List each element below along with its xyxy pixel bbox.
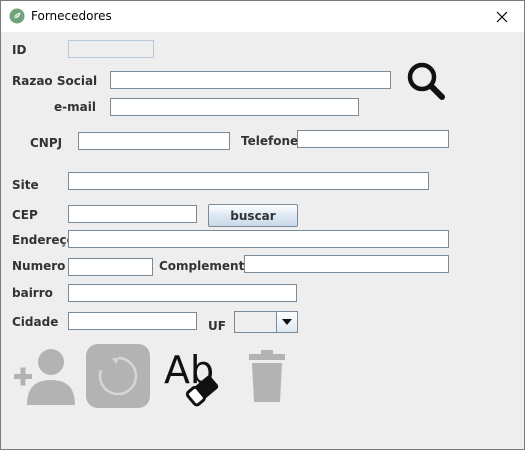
trash-icon — [249, 350, 285, 402]
telefone-field[interactable] — [297, 130, 449, 148]
add-user-button[interactable] — [11, 345, 77, 407]
complemento-label: Complemento — [159, 259, 253, 273]
bairro-field[interactable] — [68, 284, 297, 302]
uf-label: UF — [208, 319, 226, 333]
telefone-label: Telefone — [241, 134, 299, 148]
refresh-button[interactable] — [86, 344, 150, 408]
refresh-icon — [86, 344, 150, 408]
cep-label: CEP — [12, 208, 38, 222]
cidade-label: Cidade — [12, 315, 59, 329]
cnpj-field[interactable] — [78, 132, 230, 150]
add-user-icon — [14, 349, 75, 405]
endereco-field[interactable] — [68, 230, 449, 248]
numero-field[interactable] — [68, 258, 153, 276]
site-field[interactable] — [68, 172, 429, 190]
id-label: ID — [12, 43, 27, 57]
uf-dropdown-arrow[interactable] — [276, 312, 297, 332]
fornecedores-window: Fornecedores ID Razao Social e-mail CNPJ… — [0, 0, 525, 450]
search-button[interactable] — [405, 60, 447, 100]
endereco-label: Endereço — [12, 233, 75, 247]
chevron-down-icon — [282, 319, 292, 325]
email-label: e-mail — [54, 100, 96, 114]
razao-social-field[interactable] — [110, 71, 391, 89]
cidade-field[interactable] — [68, 312, 197, 330]
close-icon — [496, 11, 508, 22]
cnpj-label: CNPJ — [30, 136, 63, 150]
window-title: Fornecedores — [31, 9, 112, 23]
cep-field[interactable] — [68, 205, 197, 223]
email-field[interactable] — [110, 98, 359, 116]
delete-button[interactable] — [248, 350, 286, 402]
uf-select[interactable] — [234, 311, 298, 333]
razao-social-label: Razao Social — [12, 74, 98, 88]
leaf-icon — [9, 8, 25, 24]
close-button[interactable] — [480, 1, 524, 32]
site-label: Site — [12, 178, 39, 192]
numero-label: Numero — [12, 259, 66, 273]
clear-button[interactable]: Ab — [164, 347, 224, 407]
complemento-field[interactable] — [244, 255, 449, 273]
id-field — [68, 40, 154, 58]
buscar-button[interactable]: buscar — [208, 204, 298, 227]
search-icon — [407, 62, 445, 100]
eraser-icon: Ab — [164, 348, 219, 407]
title-bar: Fornecedores — [1, 1, 524, 32]
bairro-label: bairro — [12, 286, 53, 300]
